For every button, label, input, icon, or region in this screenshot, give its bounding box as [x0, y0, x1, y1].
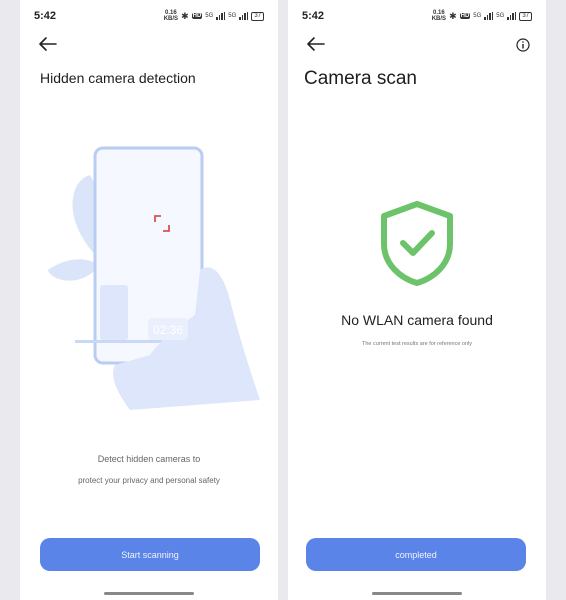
page-title: Hidden camera detection [40, 70, 196, 86]
description-line-2: protect your privacy and personal safety [78, 476, 220, 485]
reference-note: The current test results are for referen… [361, 341, 473, 347]
signal-icon [484, 12, 494, 20]
bluetooth-icon: ✱ [449, 10, 457, 21]
network-speed: 0.16 KB/S [163, 10, 179, 22]
battery-icon: 37 [519, 11, 532, 21]
battery-icon: 37 [251, 11, 264, 21]
signal-label: 5G [496, 13, 505, 19]
back-arrow-icon[interactable] [38, 36, 58, 52]
status-bar: 5:42 0.16 KB/S ✱ HD 5G 5G 37 [20, 0, 278, 30]
network-speed: 0.16 KB/S [431, 10, 447, 22]
signal-label: 5G [228, 13, 237, 19]
hd-badge: HD [459, 13, 471, 19]
home-indicator [372, 592, 462, 595]
phone-scan-illustration: 02:36 [48, 146, 260, 410]
signal-label: 5G [473, 13, 482, 19]
back-arrow-icon[interactable] [306, 36, 326, 52]
camera-scan-screen: 5:42 0.16 KB/S ✱ HD 5G 5G 37 Camera scan… [288, 0, 546, 600]
status-bar: 5:42 0.16 KB/S ✱ HD 5G 5G 37 [288, 0, 546, 30]
info-icon[interactable] [516, 38, 530, 52]
status-time: 5:42 [302, 10, 325, 22]
bluetooth-icon: ✱ [181, 10, 189, 21]
signal-label: 5G [205, 13, 214, 19]
hidden-camera-detection-screen: 5:42 0.16 KB/S ✱ HD 5G 5G 37 Hidden came… [20, 0, 278, 600]
completed-button[interactable]: completed [306, 538, 526, 571]
signal-icon [216, 12, 226, 20]
status-time: 5:42 [34, 10, 57, 22]
status-indicators: 0.16 KB/S ✱ HD 5G 5G 37 [164, 10, 264, 22]
status-indicators: 0.16 KB/S ✱ HD 5G 5G 37 [432, 10, 532, 22]
home-indicator [104, 592, 194, 595]
scan-result-text: No WLAN camera found [341, 312, 493, 328]
page-title: Camera scan [304, 68, 417, 89]
signal-icon [239, 12, 249, 20]
illustration-timestamp: 02:36 [153, 323, 183, 337]
description-line-1: Detect hidden cameras to [97, 454, 201, 464]
shield-check-icon [381, 201, 453, 286]
start-scanning-button[interactable]: Start scanning [40, 538, 260, 571]
signal-icon [507, 12, 517, 20]
hd-badge: HD [191, 13, 203, 19]
